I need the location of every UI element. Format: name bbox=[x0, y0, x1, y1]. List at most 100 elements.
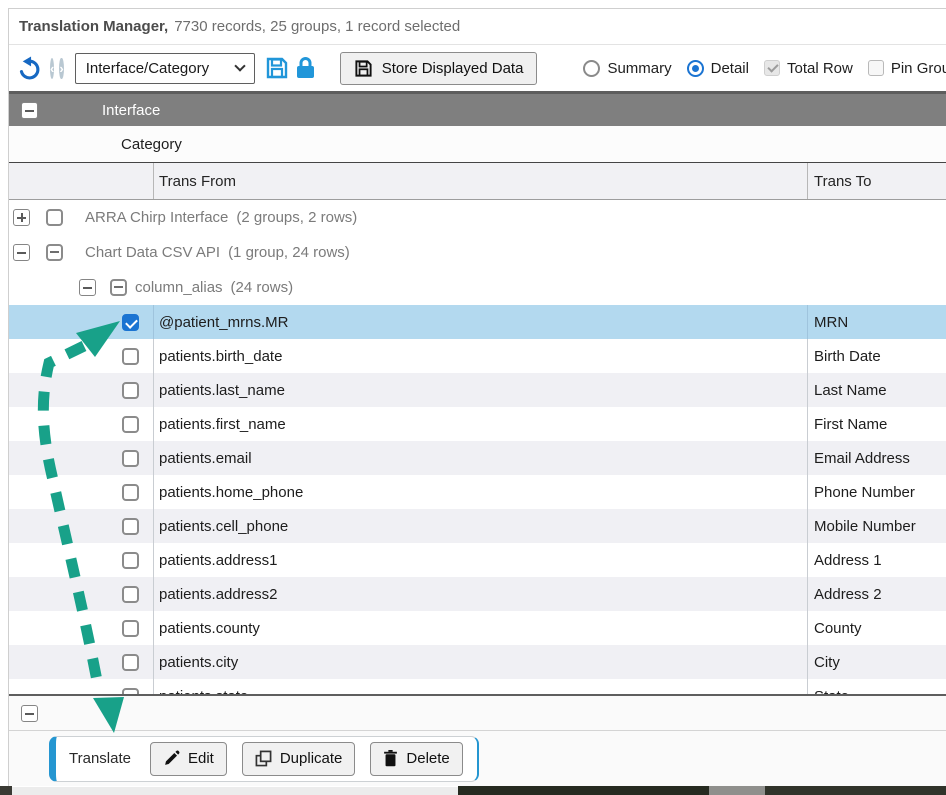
trans-from-cell: patients.birth_date bbox=[153, 339, 807, 373]
pencil-icon bbox=[163, 750, 180, 767]
trans-from-cell: patients.home_phone bbox=[153, 475, 807, 509]
store-displayed-data-button[interactable]: Store Displayed Data bbox=[340, 52, 538, 85]
trash-icon bbox=[383, 750, 398, 767]
grid-rows: ARRA Chirp Interface (2 groups, 2 rows) … bbox=[9, 200, 946, 694]
detail-radio-label: Detail bbox=[711, 60, 749, 77]
group-checkbox-indeterminate[interactable] bbox=[46, 244, 63, 261]
row-select-cell bbox=[9, 441, 153, 475]
undo-icon[interactable] bbox=[17, 56, 42, 81]
row-select-cell bbox=[9, 645, 153, 679]
subgroup-row-column-alias[interactable]: column_alias (24 rows) bbox=[9, 270, 946, 305]
leaf-rows-container: @patient_mrns.MRMRNpatients.birth_dateBi… bbox=[9, 305, 946, 694]
row-checkbox[interactable] bbox=[122, 620, 139, 637]
row-select-cell bbox=[9, 611, 153, 645]
row-checkbox[interactable] bbox=[122, 518, 139, 535]
row-select-cell bbox=[9, 509, 153, 543]
row-checkbox[interactable] bbox=[122, 484, 139, 501]
row-checkbox-checked[interactable] bbox=[122, 314, 139, 331]
row-checkbox[interactable] bbox=[122, 688, 139, 695]
row-select-cell bbox=[9, 475, 153, 509]
table-row[interactable]: patients.stateState bbox=[9, 679, 946, 694]
delete-button[interactable]: Delete bbox=[370, 742, 462, 776]
summary-radio[interactable] bbox=[583, 60, 600, 77]
trans-to-cell: State bbox=[807, 679, 946, 694]
trans-to-cell: County bbox=[807, 611, 946, 645]
translation-manager-window: Translation Manager, 7730 records, 25 gr… bbox=[8, 8, 946, 786]
table-row[interactable]: patients.last_nameLast Name bbox=[9, 373, 946, 407]
edit-button[interactable]: Edit bbox=[150, 742, 227, 776]
store-icon bbox=[354, 59, 373, 78]
trans-to-cell: Address 2 bbox=[807, 577, 946, 611]
trans-from-cell: patients.state bbox=[153, 679, 807, 694]
total-row-label: Total Row bbox=[787, 60, 853, 77]
detail-radio[interactable] bbox=[687, 60, 704, 77]
trans-from-cell: patients.last_name bbox=[153, 373, 807, 407]
table-row[interactable]: patients.address1Address 1 bbox=[9, 543, 946, 577]
view-mode-select[interactable]: Interface/Category bbox=[75, 53, 255, 84]
trans-from-cell: patients.email bbox=[153, 441, 807, 475]
trans-to-cell: Birth Date bbox=[807, 339, 946, 373]
group-row-arra-chirp[interactable]: ARRA Chirp Interface (2 groups, 2 rows) bbox=[9, 200, 946, 235]
nav-back-icon[interactable]: ‹ bbox=[50, 58, 54, 79]
row-checkbox[interactable] bbox=[122, 382, 139, 399]
row-checkbox[interactable] bbox=[122, 586, 139, 603]
row-select-cell bbox=[9, 679, 153, 694]
category-header-label: Category bbox=[121, 136, 182, 153]
lock-icon[interactable] bbox=[295, 56, 316, 80]
detail-panel-toolbar: Translate Edit Duplicate Delete bbox=[9, 731, 946, 786]
table-row[interactable]: @patient_mrns.MRMRN bbox=[9, 305, 946, 339]
trans-to-cell: Address 1 bbox=[807, 543, 946, 577]
trans-to-cell: Mobile Number bbox=[807, 509, 946, 543]
trans-from-column-header[interactable]: Trans From bbox=[153, 163, 807, 199]
collapse-icon[interactable] bbox=[21, 705, 38, 722]
trans-from-cell: patients.first_name bbox=[153, 407, 807, 441]
table-row[interactable]: patients.emailEmail Address bbox=[9, 441, 946, 475]
trans-from-cell: patients.address2 bbox=[153, 577, 807, 611]
table-row[interactable]: patients.cell_phoneMobile Number bbox=[9, 509, 946, 543]
row-checkbox[interactable] bbox=[122, 654, 139, 671]
row-checkbox[interactable] bbox=[122, 552, 139, 569]
title-bar: Translation Manager, 7730 records, 25 gr… bbox=[9, 9, 946, 45]
row-select-cell bbox=[9, 407, 153, 441]
summary-radio-label: Summary bbox=[607, 60, 671, 77]
trans-from-cell: patients.address1 bbox=[153, 543, 807, 577]
collapse-icon[interactable] bbox=[79, 279, 96, 296]
total-row-checkbox[interactable] bbox=[764, 60, 780, 76]
record-summary: 7730 records, 25 groups, 1 record select… bbox=[174, 18, 460, 35]
row-checkbox[interactable] bbox=[122, 348, 139, 365]
row-select-cell bbox=[9, 373, 153, 407]
interface-group-header: Interface bbox=[9, 91, 946, 126]
row-select-cell bbox=[9, 577, 153, 611]
interface-header-label: Interface bbox=[102, 102, 160, 119]
trans-to-cell: MRN bbox=[807, 305, 946, 339]
collapse-icon[interactable] bbox=[21, 102, 38, 119]
expand-icon[interactable] bbox=[13, 209, 30, 226]
nav-forward-icon[interactable]: › bbox=[59, 58, 63, 79]
row-select-cell bbox=[9, 339, 153, 373]
trans-to-column-header[interactable]: Trans To bbox=[807, 163, 946, 199]
toolbar: ‹ › Interface/Category Store Displayed D… bbox=[9, 45, 946, 91]
group-checkbox-unchecked[interactable] bbox=[46, 209, 63, 226]
row-select-cell bbox=[9, 305, 153, 339]
pin-groups-checkbox[interactable] bbox=[868, 60, 884, 76]
table-row[interactable]: patients.first_nameFirst Name bbox=[9, 407, 946, 441]
table-row[interactable]: patients.countyCounty bbox=[9, 611, 946, 645]
view-options: Summary Detail Total Row Pin Groups bbox=[583, 60, 946, 77]
trans-from-cell: patients.county bbox=[153, 611, 807, 645]
desktop-strip bbox=[0, 786, 946, 795]
duplicate-button[interactable]: Duplicate bbox=[242, 742, 356, 776]
detail-panel-collapse-row bbox=[9, 696, 946, 731]
table-row[interactable]: patients.cityCity bbox=[9, 645, 946, 679]
group-checkbox-indeterminate[interactable] bbox=[110, 279, 127, 296]
save-icon[interactable] bbox=[265, 56, 289, 80]
group-row-chart-data-csv[interactable]: Chart Data CSV API (1 group, 24 rows) bbox=[9, 235, 946, 270]
row-checkbox[interactable] bbox=[122, 450, 139, 467]
row-checkbox[interactable] bbox=[122, 416, 139, 433]
translate-label: Translate bbox=[69, 750, 131, 767]
table-row[interactable]: patients.home_phonePhone Number bbox=[9, 475, 946, 509]
collapse-icon[interactable] bbox=[13, 244, 30, 261]
table-row[interactable]: patients.address2Address 2 bbox=[9, 577, 946, 611]
table-row[interactable]: patients.birth_dateBirth Date bbox=[9, 339, 946, 373]
tree-column-header bbox=[9, 163, 153, 199]
category-group-header: Category bbox=[9, 126, 946, 162]
